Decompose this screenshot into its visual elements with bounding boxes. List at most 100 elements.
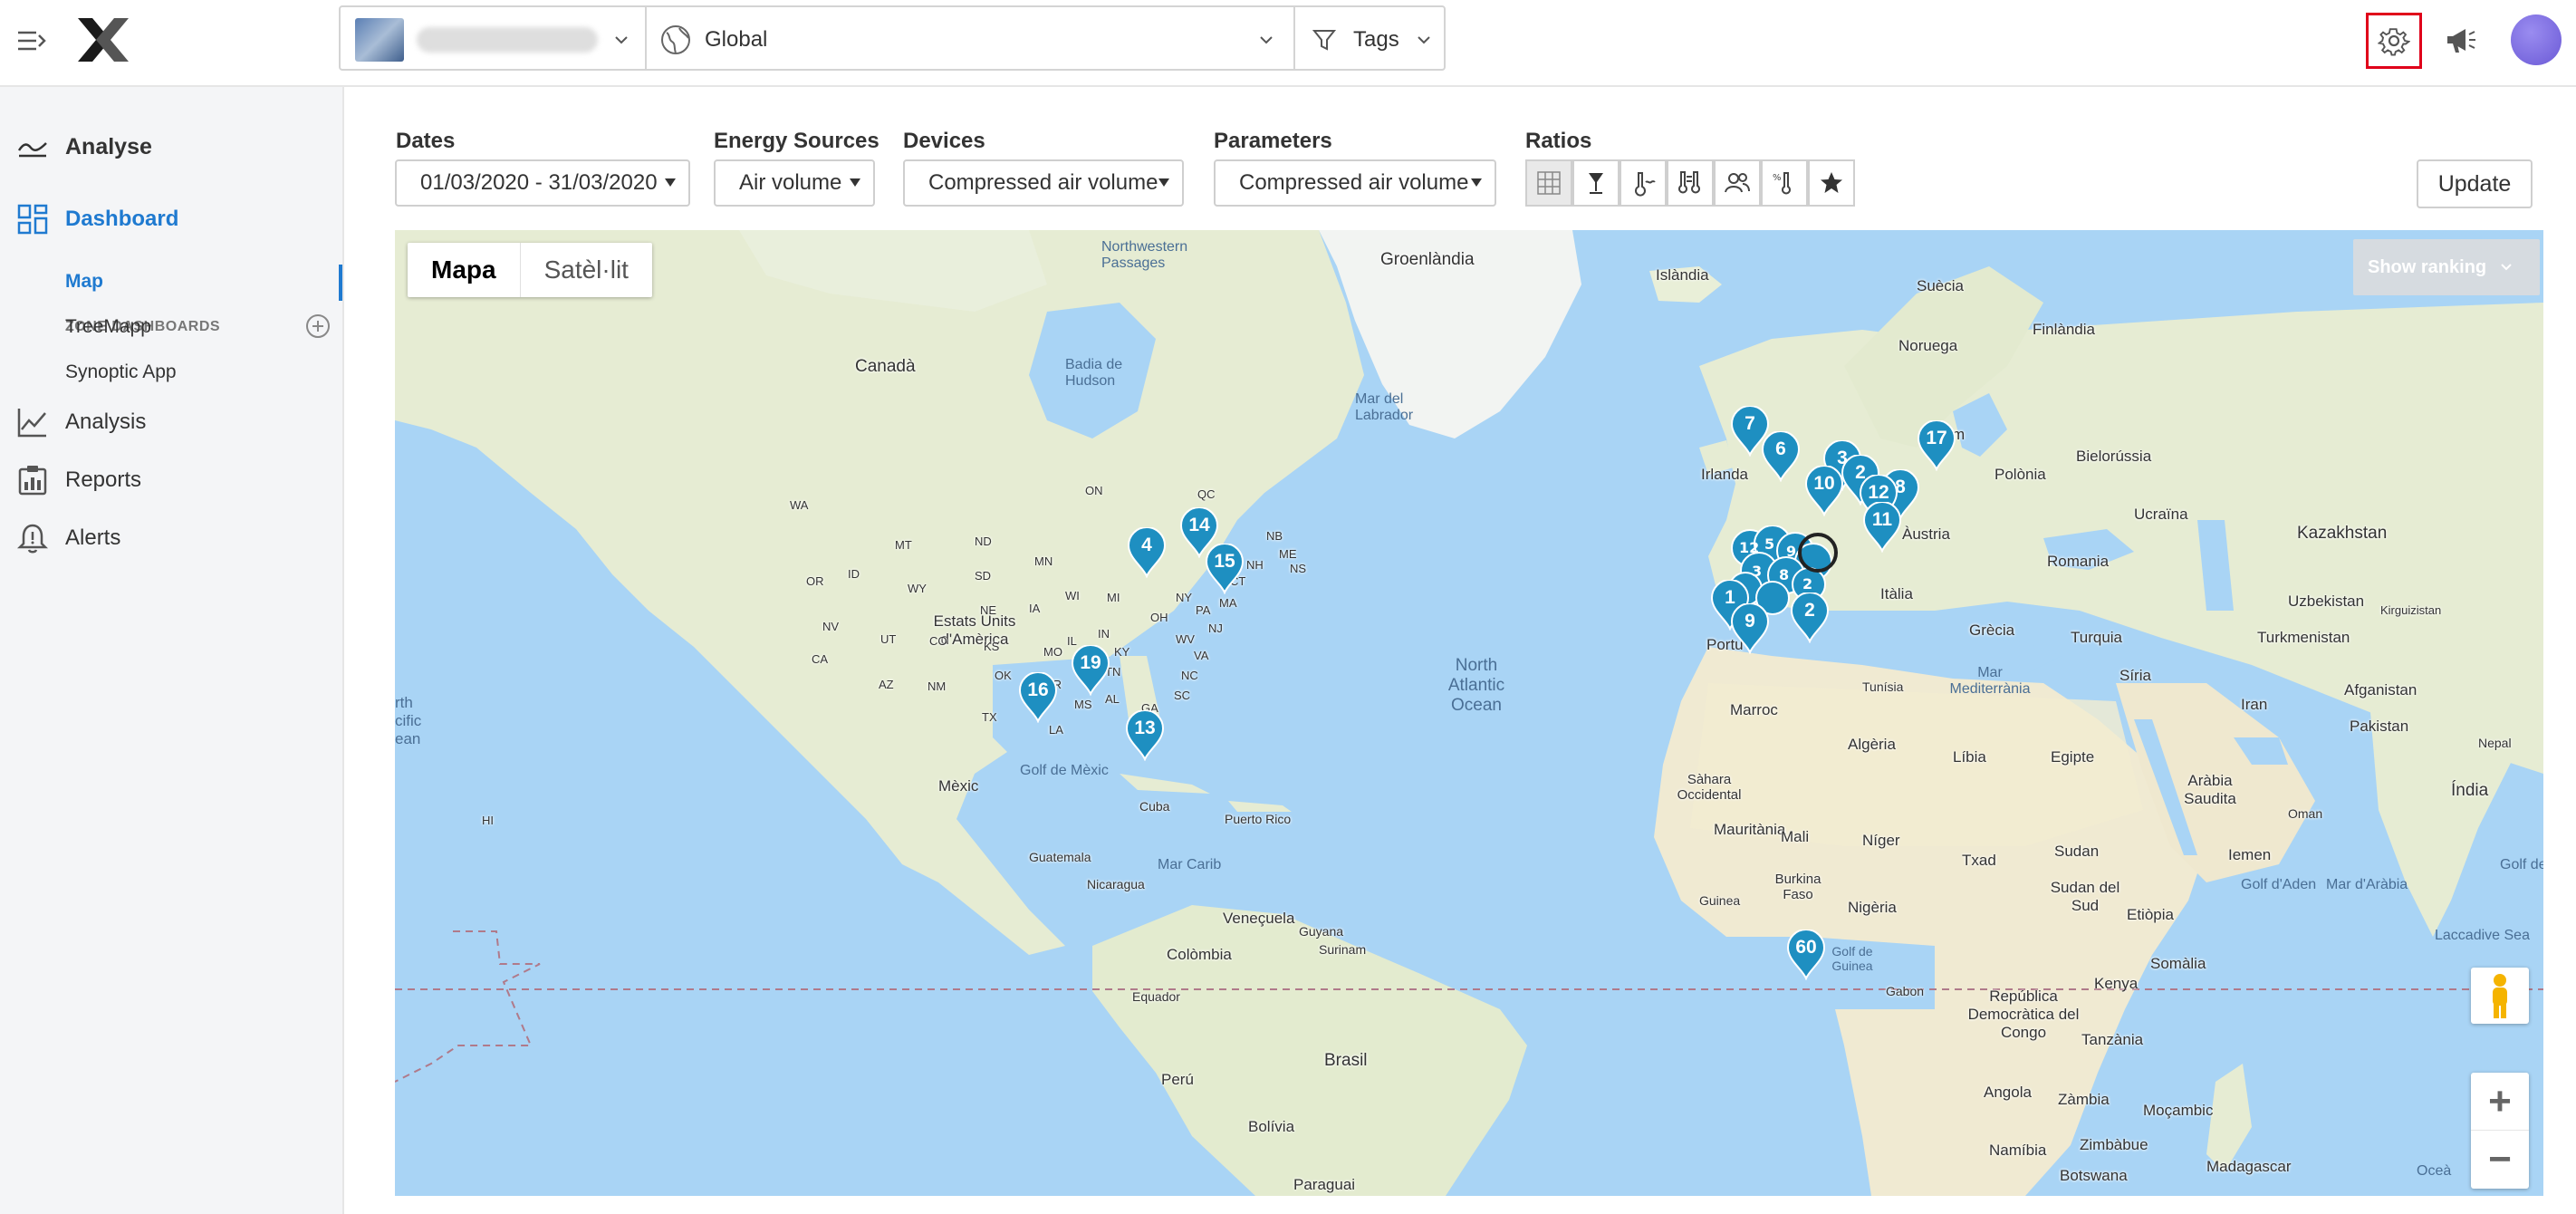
sidebar-item-treemapp[interactable]: TreeMapp — [65, 316, 151, 338]
map-label: Àustria — [1902, 525, 1950, 543]
tags-selector[interactable]: Tags — [1293, 5, 1446, 71]
state-label: PA — [1196, 603, 1211, 617]
state-label: NE — [980, 603, 997, 617]
state-label: HI — [482, 814, 494, 827]
sidebar-item-dashboard[interactable]: Dashboard — [0, 194, 344, 245]
map-label: Txad — [1962, 852, 1996, 869]
settings-button[interactable] — [2366, 13, 2422, 69]
caret-down-icon — [665, 178, 676, 187]
map-marker[interactable]: 17 — [1917, 420, 1956, 471]
map-label: Moçambic — [2143, 1102, 2214, 1119]
pegman-icon — [2493, 974, 2507, 1018]
state-label: QC — [1197, 487, 1216, 501]
map-label: Iran — [2241, 696, 2268, 713]
gear-icon — [2378, 28, 2410, 56]
analyse-icon — [17, 142, 47, 158]
map-marker[interactable]: 16 — [1018, 672, 1058, 723]
state-label: NC — [1181, 669, 1198, 682]
map-type-map-button[interactable]: Mapa — [408, 243, 521, 297]
megaphone-icon — [2447, 29, 2475, 53]
state-label: MS — [1074, 698, 1092, 711]
zoom-in-button[interactable]: + — [2471, 1073, 2529, 1131]
app-logo[interactable] — [76, 16, 130, 63]
top-bar: Global Tags — [0, 0, 2576, 87]
map-marker[interactable]: 2 — [1790, 593, 1830, 643]
map-marker[interactable]: 13 — [1125, 710, 1165, 761]
dates-picker[interactable]: 01/03/2020 - 31/03/2020 — [395, 159, 690, 207]
parameters-select[interactable]: Compressed air volume — [1214, 159, 1496, 207]
map-label: Mar Mediterrània — [1949, 665, 2031, 697]
map-label: Iemen — [2228, 846, 2272, 863]
state-label: KY — [1114, 645, 1130, 659]
street-view-pegman[interactable] — [2471, 968, 2529, 1024]
ratio-climate-button[interactable]: % — [1761, 159, 1808, 207]
map-label: Guatemala — [1029, 850, 1091, 864]
map-marker[interactable]: 6 — [1761, 431, 1801, 482]
map-marker[interactable]: 15 — [1205, 544, 1245, 594]
state-label: VA — [1194, 649, 1209, 662]
devices-select[interactable]: Compressed air volume — [903, 159, 1184, 207]
map-marker[interactable]: 11 — [1862, 502, 1902, 553]
state-label: WV — [1176, 632, 1195, 646]
ratio-grid-button[interactable] — [1525, 159, 1572, 207]
map-label: Perú — [1161, 1071, 1194, 1088]
menu-toggle-icon[interactable] — [16, 25, 47, 56]
energy-sources-select[interactable]: Air volume — [714, 159, 875, 207]
map-label: Síria — [2119, 667, 2151, 684]
update-button[interactable]: Update — [2417, 159, 2533, 208]
hourglass-icon — [1589, 173, 1603, 194]
map-label: Aràbia Saudita — [2184, 772, 2236, 807]
zoom-out-button[interactable]: − — [2471, 1131, 2529, 1189]
map-label: Noruega — [1898, 337, 1958, 354]
state-label: WY — [908, 582, 927, 595]
map-label: Irlanda — [1701, 466, 1748, 483]
map-label: North Atlantic Ocean — [1447, 656, 1505, 715]
ratio-occupancy-button[interactable] — [1714, 159, 1761, 207]
show-ranking-button[interactable]: Show ranking — [2353, 239, 2540, 295]
state-label: AZ — [879, 678, 894, 691]
map-label: Golf d'Aden — [2241, 877, 2317, 892]
scope-selector[interactable]: Global — [645, 5, 1295, 71]
sidebar-item-alerts[interactable]: Alerts — [0, 513, 344, 564]
add-circle-icon[interactable] — [304, 313, 332, 340]
map-marker[interactable]: 4 — [1127, 527, 1167, 578]
user-avatar[interactable] — [2511, 14, 2562, 65]
announcements-button[interactable] — [2444, 22, 2480, 58]
globe-icon — [661, 25, 690, 54]
map-label: Brasil — [1324, 1051, 1368, 1070]
world-map[interactable]: Groenlàndia Islàndia Suècia Finlàndia No… — [395, 230, 2543, 1196]
ratio-degree-days-button[interactable] — [1667, 159, 1714, 207]
zoom-control: + − — [2471, 1073, 2529, 1189]
map-marker[interactable]: 10 — [1804, 466, 1844, 516]
ratio-favorites-button[interactable] — [1808, 159, 1855, 207]
state-label: TX — [982, 710, 997, 724]
map-label: Golf de Benga — [2500, 857, 2543, 872]
parameters-label: Parameters — [1214, 129, 1332, 153]
sidebar-item-reports[interactable]: Reports — [0, 455, 344, 506]
state-label: NJ — [1208, 621, 1223, 635]
map-type-satellite-button[interactable]: Satèl·lit — [521, 243, 652, 297]
state-label: MN — [1034, 554, 1053, 568]
map-label: Kirguizistan — [2380, 603, 2442, 617]
map-label: Nepal — [2478, 736, 2512, 750]
chevron-down-icon — [1260, 36, 1273, 44]
ratios-label: Ratios — [1525, 129, 1592, 153]
map-label: Islàndia — [1656, 266, 1709, 284]
energy-sources-label: Energy Sources — [714, 129, 879, 153]
ratio-production-button[interactable] — [1572, 159, 1620, 207]
map-marker[interactable]: 9 — [1730, 603, 1770, 654]
account-selector[interactable] — [339, 5, 647, 71]
sidebar-item-analysis[interactable]: Analysis — [0, 397, 344, 448]
sidebar-item-label: Dashboard — [65, 207, 179, 231]
map-marker[interactable]: 60 — [1786, 930, 1826, 980]
map-label: Canadà — [855, 357, 916, 376]
sidebar-item-synoptic-app[interactable]: Synoptic App — [65, 361, 177, 383]
sidebar-item-map[interactable]: Map — [65, 271, 103, 293]
people-icon — [1725, 173, 1750, 193]
sidebar-section-analyse[interactable]: Analyse — [0, 121, 344, 172]
ratio-temperature-button[interactable] — [1620, 159, 1667, 207]
map-marker[interactable]: 19 — [1071, 645, 1110, 696]
state-label: NM — [928, 679, 947, 693]
map-label: Guyana — [1299, 924, 1344, 939]
state-label: IN — [1098, 627, 1110, 641]
